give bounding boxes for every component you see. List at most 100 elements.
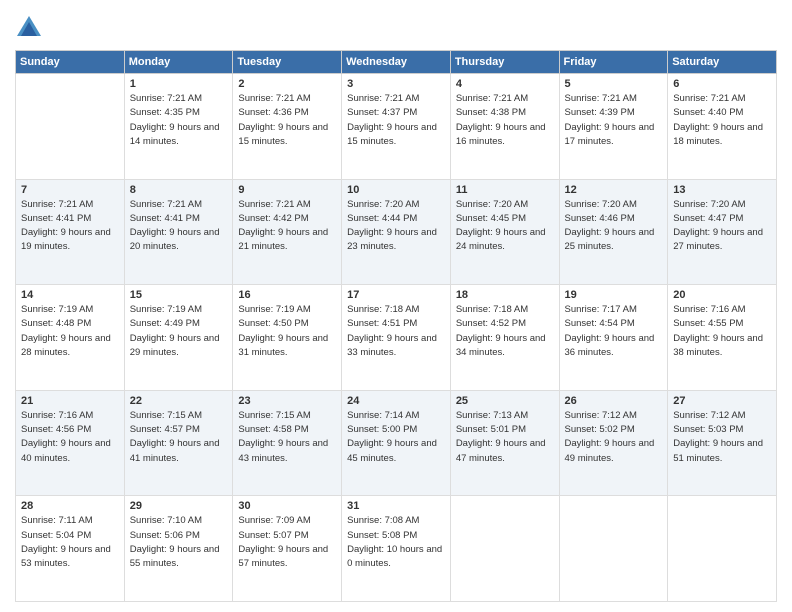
week-row-4: 28 Sunrise: 7:11 AMSunset: 5:04 PMDayligh… — [16, 496, 777, 602]
day-info: Sunrise: 7:20 AMSunset: 4:47 PMDaylight:… — [673, 198, 771, 255]
day-number: 30 — [238, 500, 336, 512]
calendar-cell: 26 Sunrise: 7:12 AMSunset: 5:02 PMDayligh… — [559, 390, 668, 496]
day-info: Sunrise: 7:16 AMSunset: 4:56 PMDaylight:… — [21, 409, 119, 466]
calendar-cell: 17Sunrise: 7:18 AMSunset: 4:51 PMDayligh… — [342, 285, 451, 391]
calendar-cell: 4Sunrise: 7:21 AMSunset: 4:38 PMDaylight… — [450, 74, 559, 180]
calendar-cell: 24 Sunrise: 7:14 AMSunset: 5:00 PMDayligh… — [342, 390, 451, 496]
weekday-header-thursday: Thursday — [450, 51, 559, 74]
day-number: 13 — [673, 184, 771, 196]
day-number: 31 — [347, 500, 445, 512]
calendar-cell: 5 Sunrise: 7:21 AMSunset: 4:39 PMDaylight… — [559, 74, 668, 180]
calendar-cell: 28 Sunrise: 7:11 AMSunset: 5:04 PMDayligh… — [16, 496, 125, 602]
calendar-cell: 31 Sunrise: 7:08 AMSunset: 5:08 PMDayligh… — [342, 496, 451, 602]
calendar-cell: 10 Sunrise: 7:20 AMSunset: 4:44 PMDayligh… — [342, 179, 451, 285]
day-number: 25 — [456, 395, 554, 407]
calendar-cell: 3 Sunrise: 7:21 AMSunset: 4:37 PMDaylight… — [342, 74, 451, 180]
calendar-cell: 2Sunrise: 7:21 AMSunset: 4:36 PMDaylight… — [233, 74, 342, 180]
calendar-cell: 1 Sunrise: 7:21 AMSunset: 4:35 PMDaylight… — [124, 74, 233, 180]
day-number: 24 — [347, 395, 445, 407]
day-info: Sunrise: 7:21 AMSunset: 4:42 PMDaylight:… — [238, 198, 336, 255]
header — [15, 10, 777, 42]
day-number: 27 — [673, 395, 771, 407]
day-info: Sunrise: 7:17 AMSunset: 4:54 PMDaylight:… — [565, 303, 663, 360]
calendar-cell: 14Sunrise: 7:19 AMSunset: 4:48 PMDayligh… — [16, 285, 125, 391]
day-number: 20 — [673, 289, 771, 301]
day-info: Sunrise: 7:21 AMSunset: 4:36 PMDaylight:… — [238, 92, 336, 149]
calendar-cell: 8 Sunrise: 7:21 AMSunset: 4:41 PMDaylight… — [124, 179, 233, 285]
day-info: Sunrise: 7:08 AMSunset: 5:08 PMDaylight:… — [347, 514, 445, 571]
day-info: Sunrise: 7:15 AMSunset: 4:58 PMDaylight:… — [238, 409, 336, 466]
calendar-cell: 20 Sunrise: 7:16 AMSunset: 4:55 PMDayligh… — [668, 285, 777, 391]
day-info: Sunrise: 7:21 AMSunset: 4:38 PMDaylight:… — [456, 92, 554, 149]
day-number: 8 — [130, 184, 228, 196]
day-number: 18 — [456, 289, 554, 301]
day-info: Sunrise: 7:12 AMSunset: 5:02 PMDaylight:… — [565, 409, 663, 466]
calendar-table: SundayMondayTuesdayWednesdayThursdayFrid… — [15, 50, 777, 602]
day-info: Sunrise: 7:11 AMSunset: 5:04 PMDaylight:… — [21, 514, 119, 571]
day-number: 7 — [21, 184, 119, 196]
calendar-cell: 25 Sunrise: 7:13 AMSunset: 5:01 PMDayligh… — [450, 390, 559, 496]
day-info: Sunrise: 7:20 AMSunset: 4:44 PMDaylight:… — [347, 198, 445, 255]
calendar-cell: 29 Sunrise: 7:10 AMSunset: 5:06 PMDayligh… — [124, 496, 233, 602]
day-info: Sunrise: 7:16 AMSunset: 4:55 PMDaylight:… — [673, 303, 771, 360]
day-number: 28 — [21, 500, 119, 512]
day-info: Sunrise: 7:21 AMSunset: 4:37 PMDaylight:… — [347, 92, 445, 149]
calendar-cell: 7 Sunrise: 7:21 AMSunset: 4:41 PMDaylight… — [16, 179, 125, 285]
day-number: 6 — [673, 78, 771, 90]
calendar-cell: 22 Sunrise: 7:15 AMSunset: 4:57 PMDayligh… — [124, 390, 233, 496]
calendar-cell: 19 Sunrise: 7:17 AMSunset: 4:54 PMDayligh… — [559, 285, 668, 391]
calendar-page: SundayMondayTuesdayWednesdayThursdayFrid… — [0, 0, 792, 612]
calendar-cell: 9 Sunrise: 7:21 AMSunset: 4:42 PMDaylight… — [233, 179, 342, 285]
week-row-1: 7 Sunrise: 7:21 AMSunset: 4:41 PMDaylight… — [16, 179, 777, 285]
calendar-cell: 6Sunrise: 7:21 AMSunset: 4:40 PMDaylight… — [668, 74, 777, 180]
day-number: 23 — [238, 395, 336, 407]
calendar-cell: 16 Sunrise: 7:19 AMSunset: 4:50 PMDayligh… — [233, 285, 342, 391]
calendar-cell: 23 Sunrise: 7:15 AMSunset: 4:58 PMDayligh… — [233, 390, 342, 496]
weekday-header-monday: Monday — [124, 51, 233, 74]
day-number: 1 — [130, 78, 228, 90]
weekday-header-wednesday: Wednesday — [342, 51, 451, 74]
week-row-3: 21Sunrise: 7:16 AMSunset: 4:56 PMDayligh… — [16, 390, 777, 496]
day-info: Sunrise: 7:20 AMSunset: 4:46 PMDaylight:… — [565, 198, 663, 255]
week-row-2: 14Sunrise: 7:19 AMSunset: 4:48 PMDayligh… — [16, 285, 777, 391]
day-info: Sunrise: 7:12 AMSunset: 5:03 PMDaylight:… — [673, 409, 771, 466]
calendar-cell: 30Sunrise: 7:09 AMSunset: 5:07 PMDayligh… — [233, 496, 342, 602]
day-number: 11 — [456, 184, 554, 196]
calendar-cell: 12 Sunrise: 7:20 AMSunset: 4:46 PMDayligh… — [559, 179, 668, 285]
day-info: Sunrise: 7:21 AMSunset: 4:39 PMDaylight:… — [565, 92, 663, 149]
day-number: 29 — [130, 500, 228, 512]
weekday-header-sunday: Sunday — [16, 51, 125, 74]
logo-icon — [15, 14, 43, 42]
day-number: 15 — [130, 289, 228, 301]
day-info: Sunrise: 7:21 AMSunset: 4:41 PMDaylight:… — [130, 198, 228, 255]
day-info: Sunrise: 7:15 AMSunset: 4:57 PMDaylight:… — [130, 409, 228, 466]
day-info: Sunrise: 7:10 AMSunset: 5:06 PMDaylight:… — [130, 514, 228, 571]
weekday-header-tuesday: Tuesday — [233, 51, 342, 74]
day-number: 10 — [347, 184, 445, 196]
day-number: 16 — [238, 289, 336, 301]
day-info: Sunrise: 7:20 AMSunset: 4:45 PMDaylight:… — [456, 198, 554, 255]
week-row-0: 1 Sunrise: 7:21 AMSunset: 4:35 PMDaylight… — [16, 74, 777, 180]
day-number: 19 — [565, 289, 663, 301]
day-info: Sunrise: 7:21 AMSunset: 4:35 PMDaylight:… — [130, 92, 228, 149]
day-info: Sunrise: 7:18 AMSunset: 4:52 PMDaylight:… — [456, 303, 554, 360]
calendar-cell — [668, 496, 777, 602]
day-info: Sunrise: 7:19 AMSunset: 4:48 PMDaylight:… — [21, 303, 119, 360]
day-info: Sunrise: 7:13 AMSunset: 5:01 PMDaylight:… — [456, 409, 554, 466]
calendar-cell — [16, 74, 125, 180]
day-number: 12 — [565, 184, 663, 196]
calendar-cell: 21Sunrise: 7:16 AMSunset: 4:56 PMDayligh… — [16, 390, 125, 496]
day-number: 22 — [130, 395, 228, 407]
day-number: 3 — [347, 78, 445, 90]
day-number: 9 — [238, 184, 336, 196]
weekday-header-saturday: Saturday — [668, 51, 777, 74]
day-info: Sunrise: 7:19 AMSunset: 4:49 PMDaylight:… — [130, 303, 228, 360]
day-number: 5 — [565, 78, 663, 90]
day-info: Sunrise: 7:18 AMSunset: 4:51 PMDaylight:… — [347, 303, 445, 360]
calendar-cell: 13 Sunrise: 7:20 AMSunset: 4:47 PMDayligh… — [668, 179, 777, 285]
calendar-cell — [559, 496, 668, 602]
day-info: Sunrise: 7:21 AMSunset: 4:41 PMDaylight:… — [21, 198, 119, 255]
day-info: Sunrise: 7:14 AMSunset: 5:00 PMDaylight:… — [347, 409, 445, 466]
day-info: Sunrise: 7:19 AMSunset: 4:50 PMDaylight:… — [238, 303, 336, 360]
day-number: 26 — [565, 395, 663, 407]
